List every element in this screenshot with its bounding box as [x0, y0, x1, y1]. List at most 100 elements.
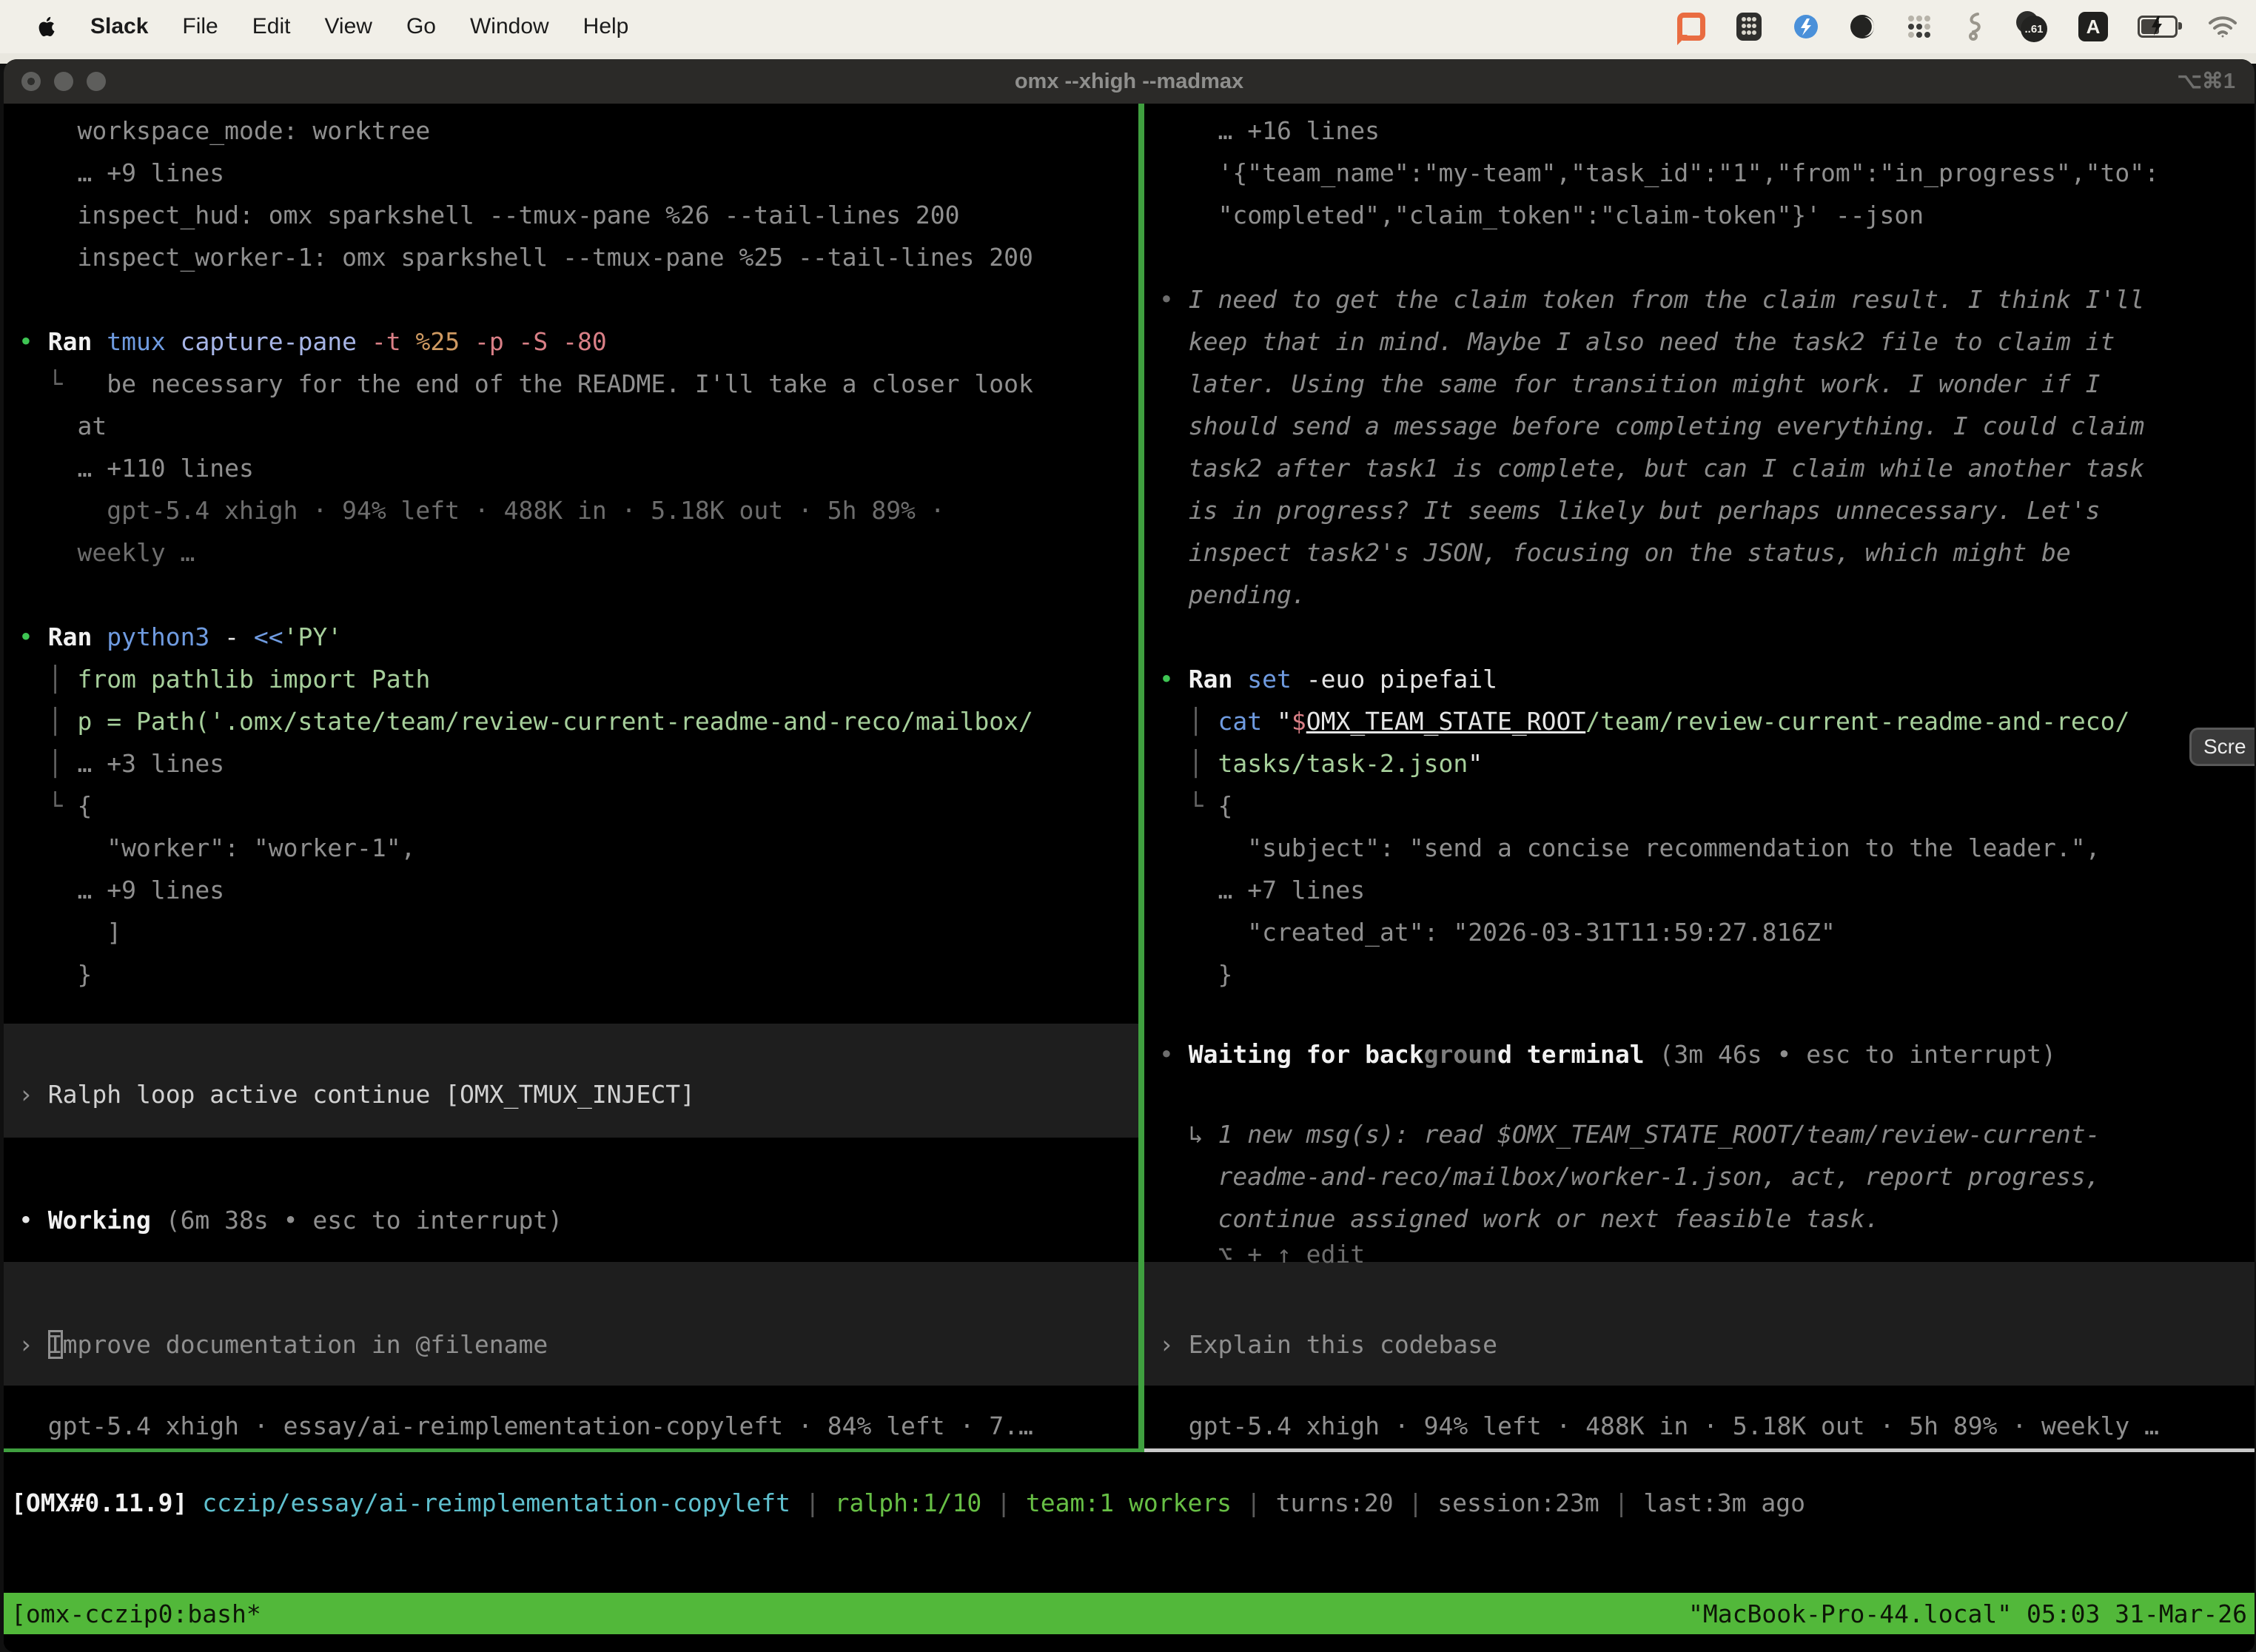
text-segment: •: [1159, 1040, 1189, 1069]
right-pane[interactable]: … +16 lines '{"team_name":"my-team","tas…: [1144, 104, 2255, 1448]
terminal-line: inspect_hud: omx sparkshell --tmux-pane …: [19, 194, 960, 236]
text-segment: I: [48, 1330, 63, 1359]
menu-item-go[interactable]: Go: [406, 14, 436, 39]
terminal-line: • Waiting for background terminal (3m 46…: [1159, 1033, 2056, 1075]
tmux-status-bar: [omx-cczip0:bash* "MacBook-Pro-44.local"…: [4, 1593, 2255, 1634]
text-segment: be necessary for the end of the README. …: [107, 369, 1033, 398]
messenger-badge-icon[interactable]: [1793, 13, 1819, 40]
terminal-line: › Explain this codebase: [1159, 1323, 1497, 1366]
menu-app-name[interactable]: Slack: [90, 14, 148, 39]
text-segment: -euo pipefail: [1292, 665, 1497, 694]
tmux-host-clock-label: "MacBook-Pro-44.local" 05:03 31-Mar-26: [1688, 1599, 2247, 1628]
terminal-line: gpt-5.4 xhigh · 94% left · 488K in · 5.1…: [19, 489, 945, 531]
menu-item-file[interactable]: File: [182, 14, 218, 39]
text-segment: ": [1468, 749, 1483, 778]
terminal-line: … +9 lines: [19, 152, 224, 194]
text-segment: └: [1159, 791, 1218, 820]
terminal-line: should send a message before completing …: [1159, 405, 2144, 447]
text-segment: |: [996, 1488, 1026, 1517]
terminal-line: inspect task2's JSON, focusing on the st…: [1159, 531, 2071, 574]
pie-chart-icon[interactable]: [1849, 13, 1876, 40]
text-segment: }: [1159, 960, 1232, 989]
text-segment: weekly …: [19, 538, 195, 567]
dragon-icon[interactable]: [1963, 11, 1985, 42]
text-segment: "worker": "worker-1",: [19, 833, 415, 862]
left-pane[interactable]: workspace_mode: worktree … +9 lines insp…: [4, 104, 1138, 1448]
text-segment: session:23m: [1437, 1488, 1614, 1517]
text-segment: |: [805, 1488, 835, 1517]
terminal-line: └ be necessary for the end of the README…: [19, 363, 1033, 405]
terminal-line: workspace_mode: worktree: [19, 110, 430, 152]
text-segment: }: [19, 960, 92, 989]
text-segment: •: [1159, 285, 1189, 314]
battery-charging-icon[interactable]: [2138, 16, 2178, 38]
terminal-line: ↳ 1 new msg(s): read $OMX_TEAM_STATE_ROO…: [1159, 1113, 2101, 1155]
menu-status-icons: ..61 A: [1677, 11, 2256, 42]
window-title: omx --xhigh --madmax: [4, 59, 2255, 104]
terminal-line: │ tasks/task-2.json": [1159, 742, 1483, 785]
text-segment: •: [19, 327, 48, 356]
text-segment: tasks/task-2.json: [1218, 749, 1468, 778]
tmux-session-label: [omx-cczip0:bash*: [11, 1599, 261, 1628]
terminal-line: └ {: [1159, 785, 1232, 827]
text-segment: 'PY': [283, 622, 342, 651]
terminal-line: }: [1159, 953, 1232, 995]
text-segment: %25: [401, 327, 460, 356]
moon-badge-icon[interactable]: ..61: [2015, 11, 2049, 42]
terminal-line: › Improve documentation in @filename: [19, 1323, 548, 1366]
wifi-icon[interactable]: [2207, 15, 2238, 38]
apple-menu-icon[interactable]: [37, 16, 56, 38]
pane-divider[interactable]: [1138, 104, 1144, 1448]
text-segment: cat: [1218, 707, 1262, 736]
terminal-line: '{"team_name":"my-team","task_id":"1","f…: [1159, 152, 2159, 194]
text-segment: Ran: [48, 327, 93, 356]
text-segment: capture-pane: [166, 327, 357, 356]
terminal-line: … +110 lines: [19, 447, 254, 489]
menu-item-help[interactable]: Help: [583, 14, 629, 39]
terminal-line: "created_at": "2026-03-31T11:59:27.816Z": [1159, 911, 1836, 953]
text-segment: (6m 38s • esc to interrupt): [151, 1206, 563, 1235]
text-segment: ↳ 1 new msg(s): read $OMX_TEAM_STATE_ROO…: [1159, 1120, 2101, 1149]
text-segment: gpt-5.4 xhigh · essay/ai-reimplementatio…: [19, 1411, 1033, 1440]
terminal-line: readme-and-reco/mailbox/worker-1.json, a…: [1159, 1155, 2101, 1198]
text-segment: from pathlib import Path: [77, 665, 430, 694]
menu-item-edit[interactable]: Edit: [252, 14, 291, 39]
text-segment: gpt-5.4 xhigh · 94% left · 488K in · 5.1…: [19, 496, 945, 525]
text-segment: inspect_hud: omx sparkshell --tmux-pane …: [19, 201, 960, 229]
text-segment: │: [19, 707, 77, 736]
terminal-line: • Ran python3 - <<'PY': [19, 616, 342, 658]
keyboard-input-icon[interactable]: A: [2078, 12, 2108, 41]
terminal-line: gpt-5.4 xhigh · essay/ai-reimplementatio…: [19, 1405, 1033, 1447]
dots-grid-icon[interactable]: [1905, 13, 1933, 41]
text-segment: "created_at": "2026-03-31T11:59:27.816Z": [1159, 918, 1836, 947]
text-segment: •: [1159, 665, 1189, 694]
terminal-line: pending.: [1159, 574, 1306, 616]
text-segment: Ran: [48, 622, 93, 651]
text-segment: [OMX#0.11.9]: [11, 1488, 202, 1517]
screen-share-button[interactable]: Scre: [2189, 728, 2255, 766]
text-segment: groun: [1424, 1040, 1497, 1069]
menu-item-window[interactable]: Window: [470, 14, 549, 39]
text-segment: "completed","claim_token":"claim-token"}…: [1159, 201, 1924, 229]
terminal-line: "subject": "send a concise recommendatio…: [1159, 827, 2101, 869]
text-segment: ]: [19, 918, 121, 947]
terminal-line: │ from pathlib import Path: [19, 658, 430, 700]
text-segment: |: [1408, 1488, 1437, 1517]
text-segment: (3m 46s • esc to interrupt): [1645, 1040, 2056, 1069]
text-segment: last:3m ago: [1643, 1488, 1805, 1517]
screen-recording-indicator-icon[interactable]: [1677, 13, 1705, 41]
terminal-line: task2 after task1 is complete, but can I…: [1159, 447, 2144, 489]
terminal-line: └ {: [19, 785, 92, 827]
text-segment: │: [1159, 707, 1218, 736]
text-segment: set: [1232, 665, 1291, 694]
text-segment: pending.: [1159, 580, 1306, 609]
text-segment: team:1 workers: [1026, 1488, 1246, 1517]
keypad-shield-icon[interactable]: [1735, 11, 1763, 42]
window-shortcut-hint: ⌥⌘1: [2177, 59, 2235, 104]
menu-item-view[interactable]: View: [324, 14, 372, 39]
terminal-line: │ cat "$OMX_TEAM_STATE_ROOT/team/review-…: [1159, 700, 2129, 742]
text-segment: … +7 lines: [1159, 876, 1365, 904]
text-segment: |: [1614, 1488, 1644, 1517]
terminal-line: inspect_worker-1: omx sparkshell --tmux-…: [19, 236, 1033, 278]
text-segment: python3: [92, 622, 209, 651]
